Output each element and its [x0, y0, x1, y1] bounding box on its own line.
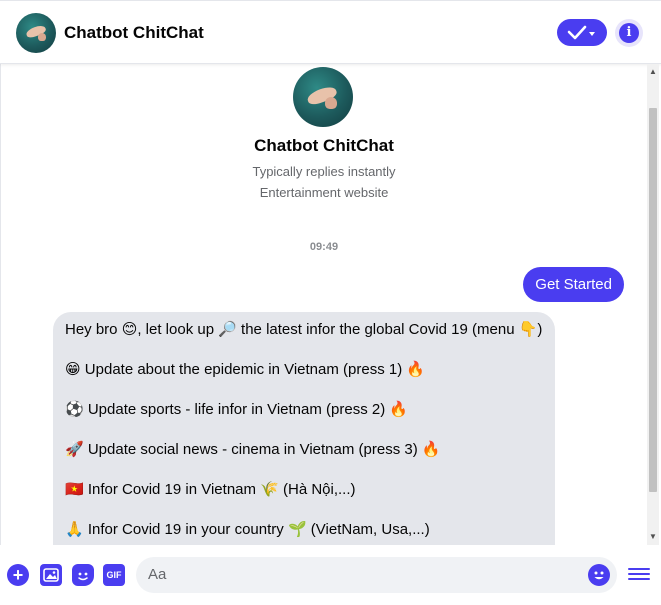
plus-icon[interactable]: +	[7, 564, 29, 586]
header-title[interactable]: Chatbot ChitChat	[64, 23, 204, 43]
scrollbar-thumb[interactable]	[649, 108, 657, 492]
image-icon[interactable]	[40, 564, 62, 586]
sticker-icon[interactable]	[72, 564, 94, 586]
message-input-placeholder: Aa	[148, 566, 167, 583]
outgoing-message[interactable]: Get Started	[523, 267, 624, 302]
menu-icon[interactable]	[628, 565, 650, 585]
message-line: 🚀 Update social news - cinema in Vietnam…	[65, 441, 441, 458]
info-icon: i	[619, 23, 639, 43]
info-button[interactable]: i	[615, 19, 643, 47]
profile-status: Typically replies instantly	[252, 164, 396, 179]
chat-header: Chatbot ChitChat i	[0, 0, 661, 64]
conversation-area[interactable]: Chatbot ChitChat Typically replies insta…	[0, 64, 661, 545]
emoji-icon[interactable]	[588, 564, 610, 586]
profile-name: Chatbot ChitChat	[254, 136, 394, 155]
profile-avatar	[293, 67, 353, 127]
gif-icon[interactable]: GIF	[103, 564, 125, 586]
message-input[interactable]: Aa	[136, 557, 617, 593]
checkmark-dropdown-icon	[567, 25, 595, 40]
message-line: 🙏 Infor Covid 19 in your country 🌱 (Viet…	[65, 521, 430, 538]
profile-category: Entertainment website	[259, 185, 389, 200]
scroll-down-arrow-icon[interactable]: ▼	[647, 531, 659, 543]
message-line: 😁 Update about the epidemic in Vietnam (…	[65, 361, 426, 378]
header-avatar[interactable]	[16, 13, 56, 53]
checkmark-dropdown-button[interactable]	[557, 19, 607, 46]
message-composer: + GIF Aa	[0, 545, 661, 605]
message-line: ⚽ Update sports - life infor in Vietnam …	[65, 401, 409, 418]
scroll-up-arrow-icon[interactable]: ▲	[647, 66, 659, 78]
message-line: 🇻🇳 Infor Covid 19 in Vietnam 🌾 (Hà Nội,.…	[65, 481, 356, 498]
message-timestamp: 09:49	[309, 241, 339, 253]
incoming-message[interactable]: Hey bro 😊, let look up 🔎 the latest info…	[53, 312, 555, 545]
message-line: Hey bro 😊, let look up 🔎 the latest info…	[65, 321, 543, 338]
scrollbar[interactable]: ▲ ▼	[647, 64, 659, 545]
